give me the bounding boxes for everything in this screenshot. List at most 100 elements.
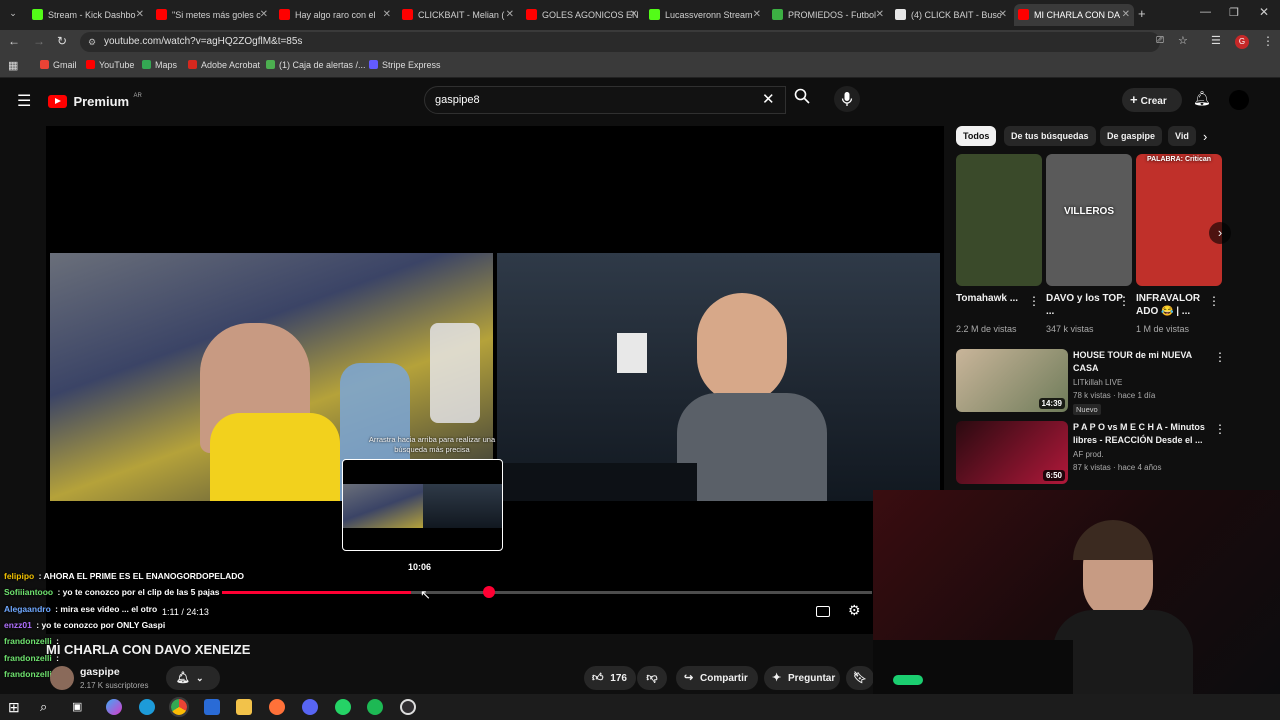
filter-chip[interactable]: De tus búsquedas — [1004, 126, 1096, 146]
filter-chip[interactable]: Todos — [956, 126, 997, 146]
tab-search-icon[interactable]: ⌄ — [6, 8, 20, 22]
taskbar-search-icon[interactable]: ⌕ — [40, 699, 56, 715]
apps-grid-icon[interactable]: ▦ — [8, 59, 18, 72]
video-thumbnail[interactable]: 6:50 — [956, 421, 1068, 484]
dislike-button[interactable]: 👎︎ — [637, 666, 667, 690]
bookmark-label: Gmail — [53, 60, 77, 70]
like-button[interactable]: 👍︎ 176 — [584, 666, 636, 690]
short-menu-icon[interactable]: ⋮ — [1028, 294, 1040, 308]
bookmark-item[interactable]: Adobe Acrobat — [188, 60, 260, 70]
discord-icon[interactable] — [302, 699, 318, 715]
share-label: Compartir — [700, 673, 748, 684]
video-channel[interactable]: LITkillah LIVE — [1073, 378, 1122, 387]
menu-dots-icon[interactable]: ⋮ — [1262, 34, 1274, 48]
short-thumbnail[interactable] — [956, 154, 1042, 286]
video-channel[interactable]: AF prod. — [1073, 450, 1104, 459]
new-tab-icon[interactable]: + — [1138, 6, 1146, 21]
browser-tab[interactable]: CLICKBAIT - Melian (✕ — [398, 4, 518, 26]
account-avatar[interactable] — [1229, 90, 1249, 110]
bookmark-item[interactable]: Stripe Express — [369, 60, 441, 70]
shorts-next-icon[interactable]: › — [1209, 222, 1231, 244]
create-button[interactable]: + Crear — [1122, 88, 1182, 112]
reload-icon[interactable]: ↻ — [57, 34, 67, 48]
tab-close-icon[interactable]: ✕ — [383, 4, 391, 26]
short-menu-icon[interactable]: ⋮ — [1118, 294, 1130, 308]
reading-list-icon[interactable]: ☰ — [1211, 34, 1221, 47]
ask-button[interactable]: ✦ Preguntar — [764, 666, 840, 690]
bookmark-star-icon[interactable]: ☆ — [1178, 34, 1188, 47]
video-player[interactable]: Arrastra hacia arriba para realizar una … — [46, 126, 944, 634]
browser-tab[interactable]: MI CHARLA CON DA ✕ — [1014, 4, 1134, 26]
copilot-icon[interactable] — [106, 699, 122, 715]
share-button[interactable]: ↪ Compartir — [676, 666, 758, 690]
tab-close-icon[interactable]: ✕ — [753, 4, 761, 26]
progress-scrubber[interactable] — [482, 586, 495, 598]
short-thumbnail[interactable]: VILLEROS — [1046, 154, 1132, 286]
video-title-link[interactable]: HOUSE TOUR de mi NUEVA CASA — [1073, 349, 1213, 375]
browser-tab[interactable]: "Si metes más goles c ✕ — [152, 4, 272, 26]
subtitles-icon[interactable] — [816, 606, 830, 617]
clear-search-icon[interactable]: ✕ — [762, 90, 775, 108]
bookmark-item[interactable]: YouTube — [86, 60, 134, 70]
channel-name[interactable]: gaspipe — [80, 666, 120, 678]
store-icon[interactable] — [204, 699, 220, 715]
video-title-link[interactable]: P A P O vs M E C H A - Minutos libres - … — [1073, 421, 1213, 447]
tab-close-icon[interactable]: ✕ — [630, 4, 638, 26]
tab-close-icon[interactable]: ✕ — [136, 4, 144, 26]
chips-next-icon[interactable]: › — [1203, 129, 1207, 144]
back-icon[interactable]: ← — [8, 34, 20, 48]
browser-tab[interactable]: Stream - Kick Dashbo ✕ — [28, 4, 148, 26]
chrome-icon[interactable] — [169, 697, 189, 717]
restore-icon[interactable]: ❐ — [1229, 6, 1239, 19]
browser-tab[interactable]: PROMIEDOS - Futbol ✕ — [768, 4, 888, 26]
task-view-icon[interactable]: ▣ — [72, 699, 88, 715]
filter-chip[interactable]: Vid — [1168, 126, 1196, 146]
spotify-icon[interactable] — [367, 699, 383, 715]
bookmark-item[interactable]: Maps — [142, 60, 177, 70]
edge-icon[interactable] — [139, 699, 155, 715]
save-button[interactable]: 🔖︎ — [846, 666, 874, 690]
hamburger-menu-icon[interactable]: ☰ — [17, 91, 31, 111]
windows-start-icon[interactable]: ⊞ — [8, 699, 24, 715]
channel-avatar[interactable] — [50, 666, 74, 690]
site-info-icon[interactable]: ⚙ — [88, 32, 96, 52]
tab-close-icon[interactable]: ✕ — [1122, 4, 1130, 26]
tab-close-icon[interactable]: ✕ — [506, 4, 514, 26]
bookmark-item[interactable]: Gmail — [40, 60, 77, 70]
tab-close-icon[interactable]: ✕ — [876, 4, 884, 26]
video-menu-icon[interactable]: ⋮ — [1214, 350, 1226, 364]
browser-tab[interactable]: (4) CLICK BAIT - Busc ✕ — [891, 4, 1011, 26]
browser-tab[interactable]: Lucassveronn Stream ✕ — [645, 4, 765, 26]
short-title[interactable]: DAVO y los TOP ... — [1046, 292, 1126, 318]
settings-gear-icon[interactable]: ⚙ — [848, 602, 861, 619]
short-title[interactable]: Tomahawk ... — [956, 292, 1036, 305]
file-explorer-icon[interactable] — [236, 699, 252, 715]
whatsapp-icon[interactable] — [335, 699, 351, 715]
tab-close-icon[interactable]: ✕ — [260, 4, 268, 26]
search-input[interactable]: gaspipe8 — [424, 86, 786, 114]
url-field[interactable]: ⚙ youtube.com/watch?v=agHQ2ZOgflM&t=85s — [80, 32, 1160, 52]
close-window-icon[interactable]: ✕ — [1259, 5, 1269, 19]
short-menu-icon[interactable]: ⋮ — [1208, 294, 1220, 308]
install-app-icon[interactable]: ⎚ — [1156, 35, 1164, 46]
subscribed-bell-button[interactable]: 🔔︎ ⌄ — [166, 666, 220, 690]
forward-icon[interactable]: → — [33, 34, 45, 48]
obs-icon[interactable] — [400, 699, 416, 715]
search-icon[interactable] — [793, 88, 811, 106]
filter-chip[interactable]: De gaspipe — [1100, 126, 1163, 146]
video-menu-icon[interactable]: ⋮ — [1214, 422, 1226, 436]
firefox-icon[interactable] — [269, 699, 285, 715]
url-text: youtube.com/watch?v=agHQ2ZOgflM&t=85s — [104, 36, 303, 47]
short-title[interactable]: INFRAVALOR ADO 😂 | ... — [1136, 292, 1216, 318]
tab-close-icon[interactable]: ✕ — [999, 4, 1007, 26]
notifications-bell-icon[interactable]: 🔔︎ — [1193, 90, 1211, 107]
browser-tab[interactable]: Hay algo raro con el ✕ — [275, 4, 395, 26]
voice-search-icon[interactable] — [834, 86, 860, 112]
youtube-logo[interactable]: Premium AR — [48, 93, 142, 111]
browser-tab[interactable]: GOLES AGONICOS EN ✕ — [522, 4, 642, 26]
short-thumbnail[interactable]: PALABRA: Critican — [1136, 154, 1222, 286]
bookmark-item[interactable]: (1) Caja de alertas /... — [266, 60, 366, 70]
video-thumbnail[interactable]: 14:39 — [956, 349, 1068, 412]
profile-avatar[interactable]: G — [1235, 35, 1249, 49]
minimize-icon[interactable]: — — [1200, 6, 1211, 18]
